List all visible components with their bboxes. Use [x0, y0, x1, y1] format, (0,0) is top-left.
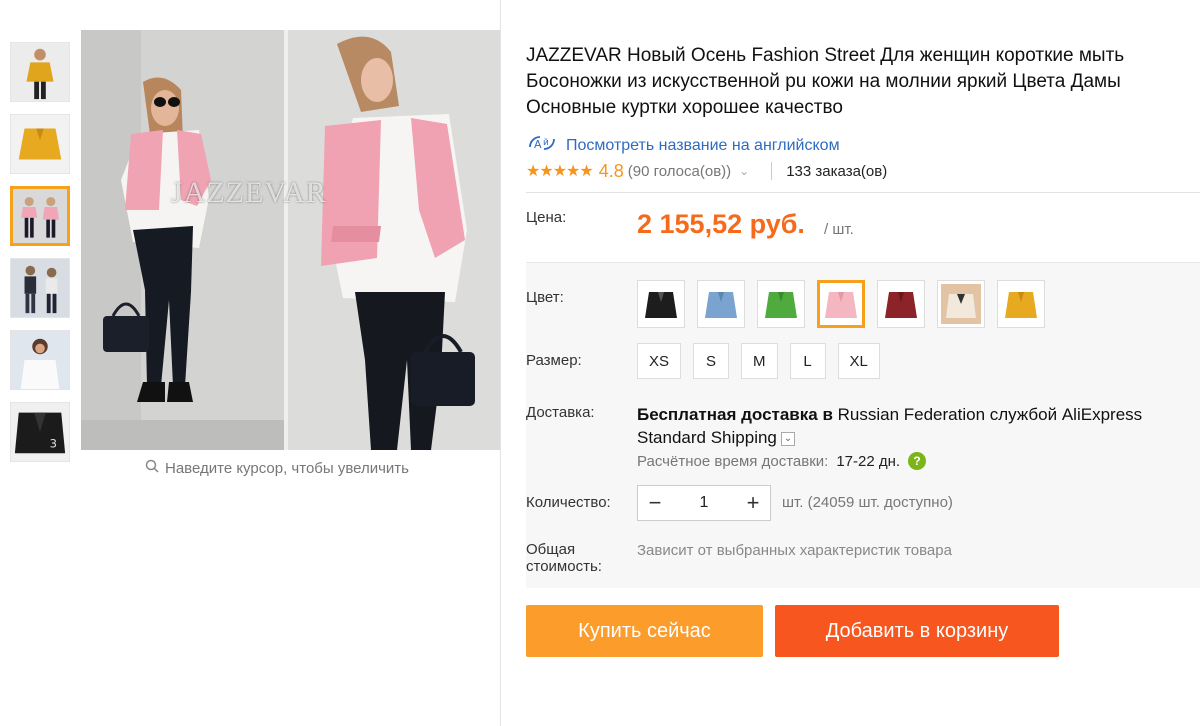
quantity-label: Количество: [526, 494, 611, 511]
rating-stars-icon: ★★★★★ [526, 163, 594, 180]
shipping-info: Бесплатная доставка в Russian Federation… [637, 403, 1157, 449]
quantity-decrease-button[interactable]: − [638, 490, 672, 516]
translate-icon: Aй [526, 133, 558, 158]
main-product-image[interactable]: JAZZEVAR [81, 30, 501, 450]
thumbnail-yellow-jacket[interactable] [10, 42, 70, 102]
thumbnail-list: 3 [10, 42, 70, 474]
help-icon[interactable]: ? [908, 452, 927, 470]
size-options: XS S M L XL [637, 343, 880, 379]
translate-link[interactable]: Aй Посмотреть название на английском [526, 133, 840, 158]
quantity-available: шт. (24059 шт. доступно) [782, 494, 953, 511]
size-option-s[interactable]: S [693, 343, 730, 379]
size-label: Размер: [526, 352, 582, 369]
delivery-time-value: 17-22 дн. [836, 452, 901, 470]
svg-text:3: 3 [50, 436, 57, 450]
price-label: Цена: [526, 209, 567, 226]
price-unit: / шт. [824, 221, 854, 238]
color-swatch-beige[interactable] [937, 280, 985, 328]
size-option-xl[interactable]: XL [837, 343, 880, 379]
color-swatch-blue[interactable] [697, 280, 745, 328]
size-option-xs[interactable]: XS [637, 343, 682, 379]
rating-value: 4.8 [598, 160, 624, 181]
magnifier-icon [145, 459, 159, 477]
delivery-time-label: Расчётное время доставки: [637, 452, 829, 470]
quantity-stepper: − 1 + [637, 485, 771, 521]
thumbnail-white-shirt[interactable] [10, 330, 70, 390]
image-watermark: JAZZEVAR [171, 176, 327, 209]
orders-count: 133 заказа(ов) [786, 162, 888, 180]
thumbnail-black-jacket-flat[interactable]: 3 [10, 402, 70, 462]
divider [771, 162, 773, 180]
votes-link[interactable]: (90 голоса(ов)) [628, 163, 731, 180]
add-to-cart-button[interactable]: Добавить в корзину [775, 605, 1059, 657]
free-shipping-text: Бесплатная доставка в [637, 405, 833, 424]
product-title: JAZZEVAR Новый Осень Fashion Street Для … [526, 45, 1125, 118]
divider [526, 192, 1200, 193]
shipping-dropdown-icon[interactable]: ⌄ [780, 431, 795, 446]
color-swatch-pink[interactable] [817, 280, 865, 328]
size-option-m[interactable]: M [741, 343, 778, 379]
thumbnail-pink-jacket[interactable] [10, 186, 70, 246]
total-label: Общая стоимость: [526, 541, 602, 575]
quantity-input[interactable]: 1 [672, 494, 736, 512]
translate-link-text: Посмотреть название на английском [566, 136, 840, 154]
color-swatch-burgundy[interactable] [877, 280, 925, 328]
thumbnail-street-look[interactable] [10, 258, 70, 318]
total-value: Зависит от выбранных характеристик товар… [637, 542, 952, 559]
quantity-increase-button[interactable]: + [736, 490, 770, 516]
color-swatches [637, 280, 1045, 328]
chevron-down-icon[interactable]: ⌄ [739, 164, 749, 178]
price-value: 2 155,52 руб. [637, 209, 805, 239]
svg-text:A: A [534, 138, 542, 151]
svg-text:й: й [543, 138, 549, 148]
zoom-hint-text: Наведите курсор, чтобы увеличить [165, 459, 409, 477]
column-divider [500, 0, 501, 726]
delivery-time: Расчётное время доставки: 17-22 дн. ? [637, 452, 927, 470]
color-label: Цвет: [526, 289, 564, 306]
shipping-label: Доставка: [526, 404, 595, 421]
rating-row: ★★★★★ 4.8 (90 голоса(ов)) ⌄ 133 заказа(о… [526, 160, 887, 182]
buy-now-button[interactable]: Купить сейчас [526, 605, 763, 657]
color-swatch-green[interactable] [757, 280, 805, 328]
color-swatch-yellow[interactable] [997, 280, 1045, 328]
size-option-l[interactable]: L [789, 343, 826, 379]
thumbnail-yellow-jacket-flat[interactable] [10, 114, 70, 174]
zoom-hint: Наведите курсор, чтобы увеличить [145, 459, 409, 477]
color-swatch-black[interactable] [637, 280, 685, 328]
